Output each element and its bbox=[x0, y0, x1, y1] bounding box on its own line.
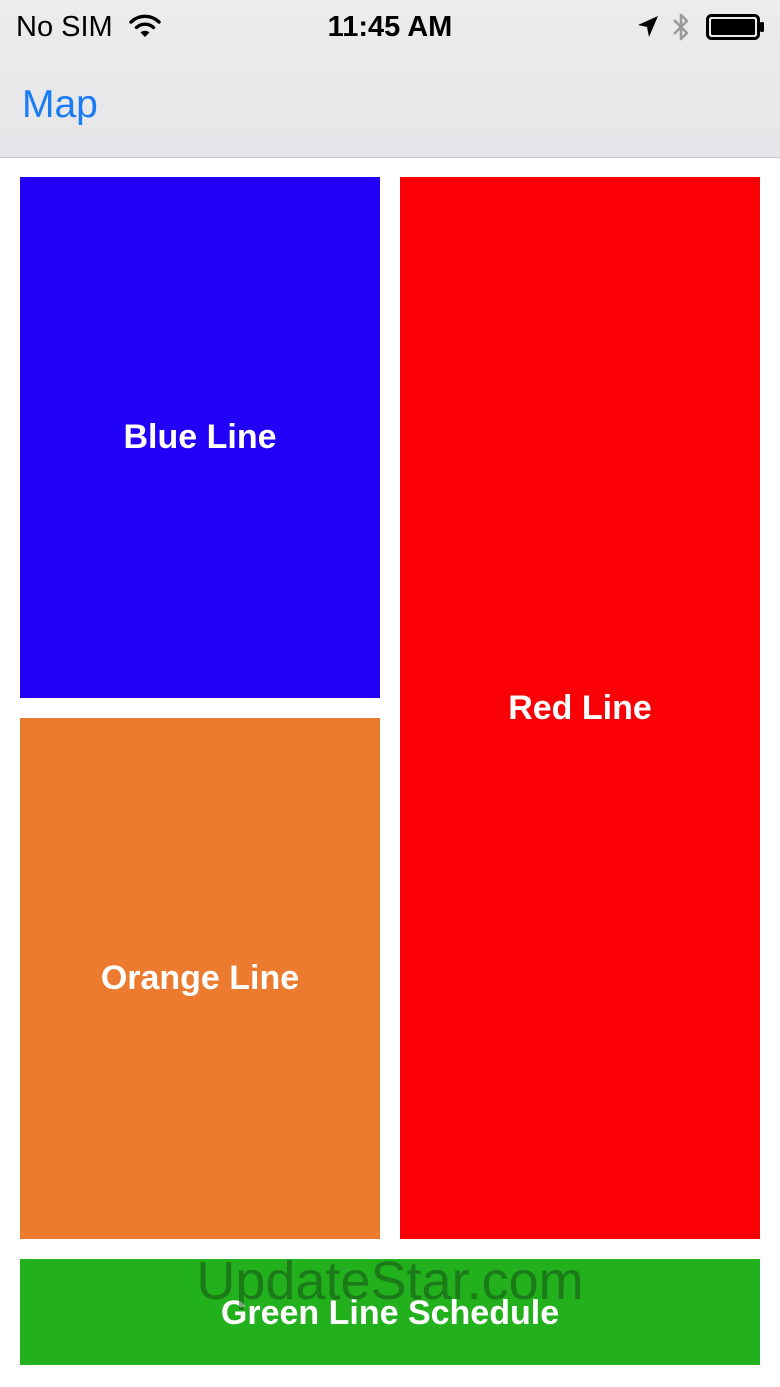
location-icon bbox=[638, 16, 658, 37]
blue-line-label: Blue Line bbox=[123, 418, 277, 456]
bluetooth-icon bbox=[673, 13, 689, 41]
top-bar: No SIM 11:45 AM Map bbox=[0, 0, 780, 158]
green-line-schedule-label: Green Line Schedule bbox=[220, 1293, 560, 1332]
blue-line-tile[interactable]: Blue Line bbox=[20, 177, 380, 698]
map-back-button[interactable]: Map bbox=[22, 82, 98, 128]
orange-line-tile[interactable]: Orange Line bbox=[20, 718, 380, 1239]
red-line-label: Red Line bbox=[508, 688, 652, 727]
clock-label: 11:45 AM bbox=[327, 11, 453, 43]
app-screen: No SIM 11:45 AM Map Blue Line Red Line O… bbox=[0, 0, 780, 1387]
orange-line-label: Orange Line bbox=[100, 959, 300, 997]
green-line-schedule-tile[interactable]: Green Line Schedule bbox=[20, 1259, 760, 1365]
red-line-tile[interactable]: Red Line bbox=[400, 177, 760, 1239]
battery-icon bbox=[706, 14, 764, 40]
navigation-bar: Map bbox=[0, 54, 780, 156]
status-bar: No SIM 11:45 AM bbox=[0, 0, 780, 54]
